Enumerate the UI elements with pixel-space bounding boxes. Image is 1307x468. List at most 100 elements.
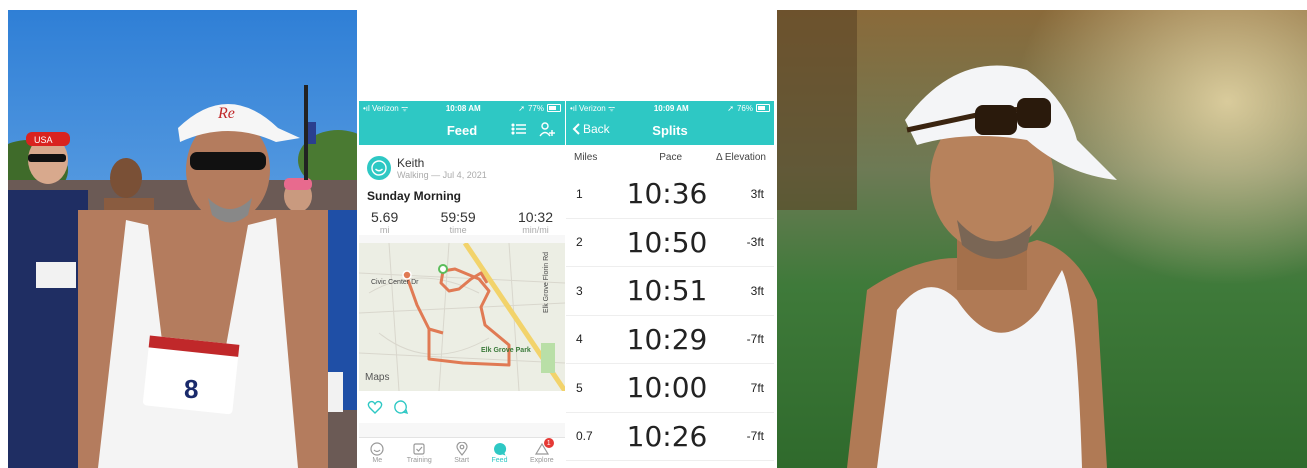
heart-icon[interactable] (367, 399, 383, 415)
feed-icon (493, 442, 506, 456)
split-pace: 10:50 (626, 225, 708, 259)
user-name[interactable]: Keith (397, 156, 487, 170)
svg-text:Re: Re (217, 105, 235, 122)
split-elevation: -7ft (746, 429, 764, 444)
split-pace: 10:29 (626, 322, 708, 356)
map-park-label: Elk Grove Park (481, 347, 531, 354)
split-mile: 3 (576, 283, 583, 298)
status-bar: •ıl Verizon ᯤ 10:08 AM ➚ 77% (359, 101, 565, 115)
tab-training[interactable]: Training (407, 438, 432, 468)
notification-badge: 1 (543, 438, 554, 448)
split-elevation: 7ft (750, 380, 764, 395)
back-button[interactable]: Back (572, 122, 610, 136)
split-elevation: -7ft (746, 332, 764, 347)
list-icon[interactable] (511, 121, 527, 137)
battery-icon (546, 104, 561, 112)
activity-user-row: Keith Walking — Jul 4, 2021 (367, 151, 557, 185)
split-row: 5 10:00 7ft (566, 364, 774, 413)
avatar[interactable] (367, 156, 391, 180)
split-pace: 10:51 (626, 274, 708, 308)
tab-start[interactable]: Start (454, 438, 469, 468)
portrait-illustration (777, 10, 1307, 468)
split-row: 2 10:50 -3ft (566, 219, 774, 267)
stat-value: 10:32 (517, 209, 553, 225)
portrait-photo-right (777, 10, 1307, 468)
tab-explore[interactable]: Explore 1 (530, 438, 554, 468)
splits-header: Miles Pace Δ Elevation (566, 145, 774, 170)
bib-number: 8 (184, 374, 198, 404)
tab-label: Explore (529, 457, 554, 464)
stat-value: 5.69 (371, 209, 399, 225)
chevron-left-icon (572, 123, 580, 135)
miles-header: Miles (574, 152, 598, 163)
time-stat: 59:59 time (441, 209, 476, 235)
split-elevation: 3ft (750, 186, 764, 201)
battery-icon (755, 104, 770, 112)
activity-subtitle: Walking — Jul 4, 2021 (397, 170, 487, 180)
split-mile: 1 (576, 186, 583, 201)
feed-screen: •ıl Verizon ᯤ 10:08 AM ➚ 77% Feed Keith … (359, 101, 565, 468)
split-pace: 10:26 (626, 419, 708, 453)
comment-icon[interactable] (393, 399, 409, 415)
cap-text: USA (34, 135, 53, 145)
battery-status: ➚ 76% (727, 104, 770, 113)
tab-me[interactable]: Me (370, 438, 384, 468)
activity-stats: 5.69 mi 59:59 time 10:32 min/mi (367, 203, 557, 235)
split-pace: 10:36 (626, 177, 708, 211)
tab-feed[interactable]: Feed (491, 438, 508, 468)
map-graphic (359, 243, 565, 391)
activity-title: Sunday Morning (367, 189, 461, 203)
battery-status: ➚ 77% (518, 104, 561, 113)
nav-title: Splits (652, 122, 688, 138)
activity-card[interactable]: Keith Walking — Jul 4, 2021 Sunday Morni… (359, 145, 565, 235)
stat-value: 59:59 (440, 209, 476, 225)
maps-attribution: Maps (365, 372, 390, 383)
route-map[interactable]: Civic Center Dr Elk Grove Park Elk Grove… (359, 243, 565, 391)
split-pace: 10:00 (626, 371, 708, 405)
split-mile: 0.7 (576, 429, 593, 444)
add-friend-icon[interactable] (539, 121, 555, 137)
nav-title: Feed (446, 122, 478, 138)
tab-label: Start (454, 457, 470, 464)
smiley-icon (371, 160, 387, 176)
split-mile: 4 (576, 332, 583, 347)
status-time: 10:09 AM (653, 103, 689, 113)
stat-unit: mi (379, 225, 390, 235)
tab-label: Feed (491, 457, 508, 464)
splits-navbar: Back Splits (566, 115, 774, 145)
splits-screen: •ıl Verizon ᯤ 10:09 AM ➚ 76% Back Splits… (566, 101, 774, 468)
split-row: 0.7 10:26 -7ft (566, 413, 774, 461)
start-icon (456, 442, 468, 456)
pace-stat: 10:32 min/mi (518, 209, 553, 235)
split-row: 4 10:29 -7ft (566, 316, 774, 364)
me-icon (370, 442, 384, 456)
status-time: 10:08 AM (445, 103, 481, 113)
distance-stat: 5.69 mi (371, 209, 398, 235)
stat-unit: min/mi (522, 225, 549, 235)
status-bar: •ıl Verizon ᯤ 10:09 AM ➚ 76% (566, 101, 774, 115)
feed-navbar: Feed (359, 115, 565, 145)
training-icon (413, 443, 425, 455)
tab-bar: Me Training Start Feed Explore 1 (359, 437, 565, 468)
tab-label: Training (406, 457, 432, 464)
carrier-label: •ıl Verizon ᯤ (570, 103, 616, 113)
reactions-row (359, 391, 565, 423)
split-elevation: -3ft (746, 235, 764, 250)
carrier-label: •ıl Verizon ᯤ (363, 103, 409, 113)
race-photo-illustration: USA Re 8 (8, 10, 357, 468)
split-mile: 5 (576, 380, 583, 395)
tab-label: Me (372, 457, 383, 464)
splits-list: 1 10:36 3ft 2 10:50 -3ft 3 10:51 3ft 4 1… (566, 170, 774, 461)
split-row: 3 10:51 3ft (566, 267, 774, 316)
feed-content: Keith Walking — Jul 4, 2021 Sunday Morni… (359, 145, 565, 468)
map-road-label: Elk Grove Florin Rd (543, 251, 550, 313)
split-row: 1 10:36 3ft (566, 170, 774, 219)
race-photo-left: USA Re 8 (8, 10, 357, 468)
pace-header: Pace (659, 152, 683, 163)
elevation-header: Δ Elevation (715, 152, 766, 163)
split-mile: 2 (576, 235, 583, 250)
split-elevation: 3ft (750, 283, 764, 298)
stat-unit: time (449, 225, 467, 235)
map-street-label: Civic Center Dr (371, 279, 419, 286)
back-label: Back (583, 122, 610, 136)
